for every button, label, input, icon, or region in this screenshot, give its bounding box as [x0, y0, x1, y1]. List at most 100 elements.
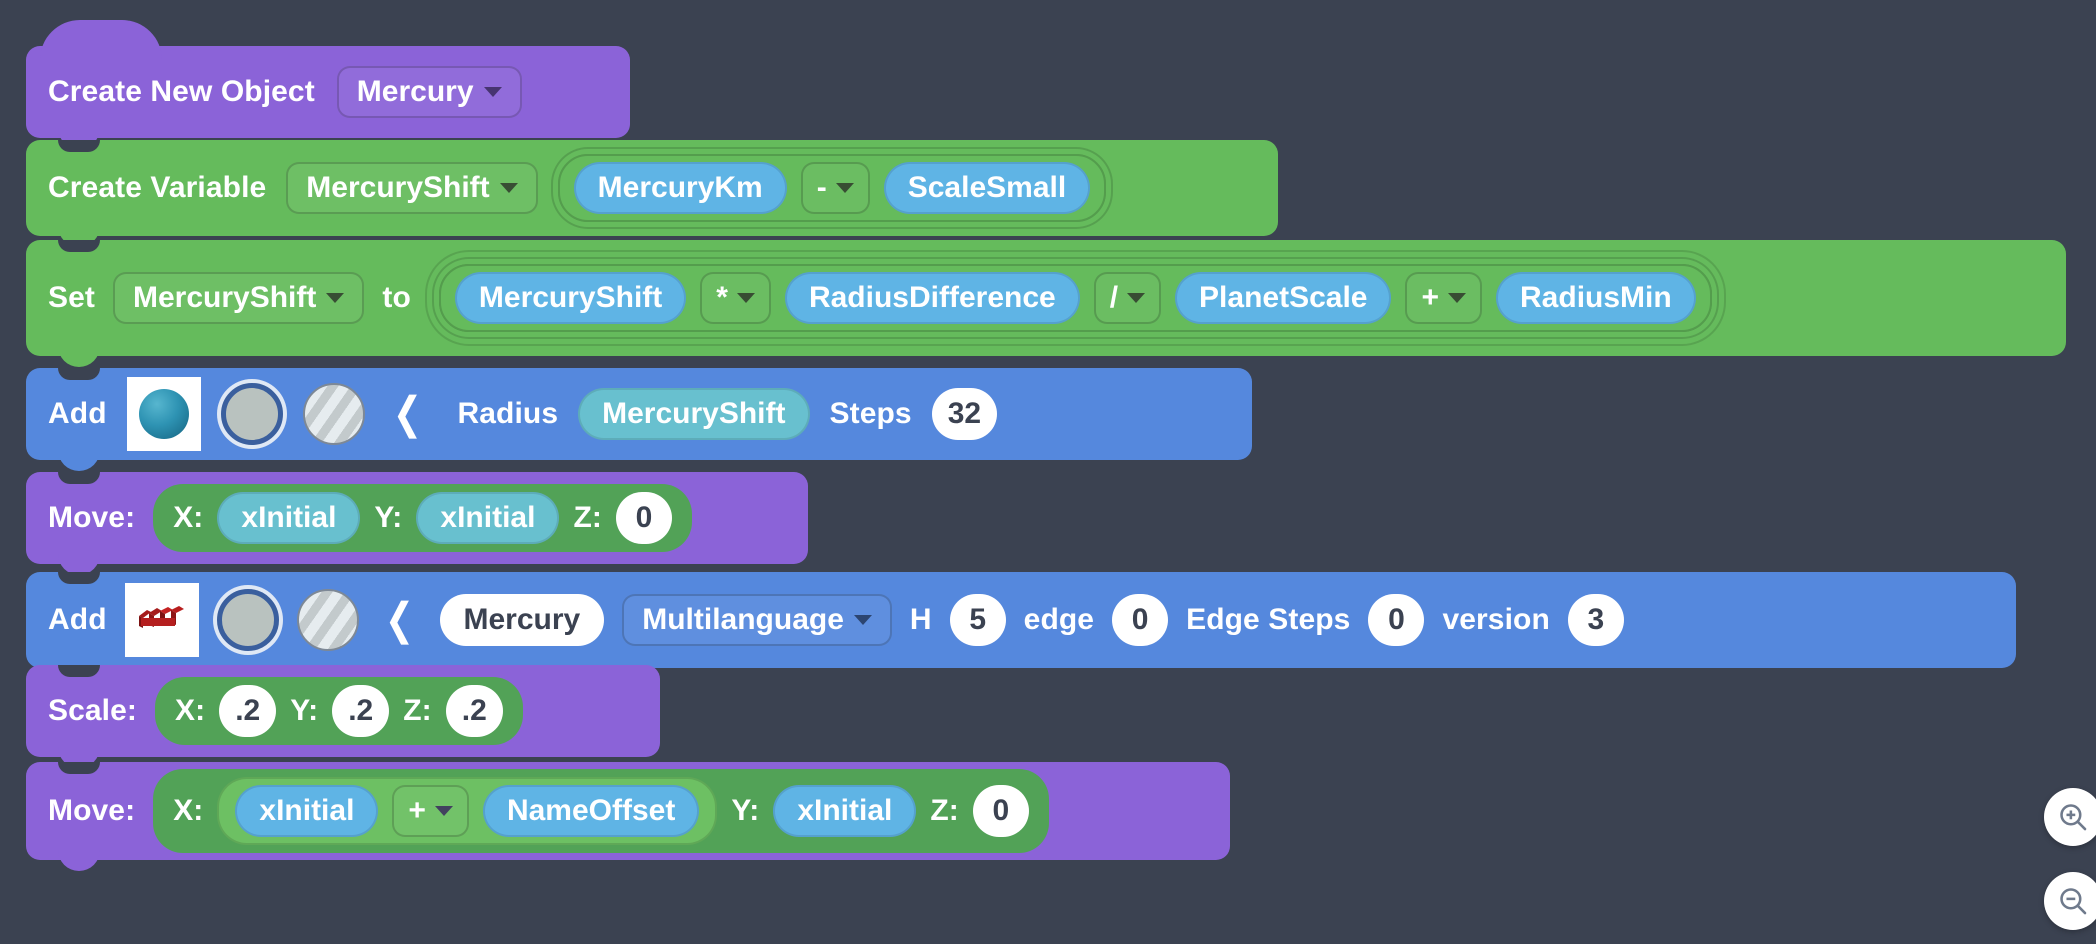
- scale-y-value[interactable]: .2: [332, 685, 390, 737]
- text3d-thumbnail[interactable]: [124, 583, 199, 657]
- block-nub: [58, 849, 100, 871]
- edge-steps-value[interactable]: 0: [1368, 594, 1425, 646]
- block-notch: [58, 472, 100, 484]
- add-sphere-label: Add: [48, 397, 107, 430]
- height-label: H: [909, 603, 932, 636]
- texture-swatch-icon[interactable]: [302, 383, 365, 445]
- text-value-field[interactable]: Mercury: [439, 594, 605, 646]
- radius-label: Radius: [457, 397, 559, 430]
- text3d-icon: [138, 606, 184, 628]
- chevron-down-icon: [483, 87, 502, 97]
- version-label: version: [1442, 603, 1550, 636]
- create-new-object-label: Create New Object: [48, 75, 315, 108]
- sphere-thumbnail[interactable]: [126, 377, 201, 451]
- block-add-sphere[interactable]: Add ❮ Radius MercuryShift Steps 32: [26, 368, 1252, 471]
- sphere-icon: [138, 389, 189, 439]
- block-create-new-object[interactable]: Create New Object Mercury: [26, 20, 630, 149]
- move-text-x-operator-dropdown[interactable]: +: [392, 785, 469, 837]
- add-text-label: Add: [48, 603, 107, 636]
- move-sphere-label: Move:: [48, 501, 136, 534]
- set-term-2[interactable]: RadiusDifference: [784, 272, 1080, 324]
- block-move-sphere[interactable]: Move: X: xInitial Y: xInitial Z: 0: [26, 472, 808, 575]
- expression-operator-value: -: [816, 171, 827, 204]
- set-operator-1-value: *: [716, 281, 728, 314]
- chevron-down-icon: [434, 806, 453, 816]
- set-operator-3[interactable]: /: [1093, 272, 1162, 324]
- chevron-down-icon: [326, 293, 345, 303]
- chevron-down-icon: [736, 293, 755, 303]
- block-create-variable[interactable]: Create Variable MercuryShift MercuryKm -…: [26, 140, 1278, 247]
- axis-z-label: Z:: [573, 501, 602, 534]
- block-notch: [58, 240, 100, 252]
- zoom-in-button[interactable]: [2044, 788, 2096, 846]
- scale-x-value[interactable]: .2: [219, 685, 277, 737]
- magnifier-plus-icon: [2060, 804, 2087, 831]
- object-name-dropdown[interactable]: Mercury: [336, 66, 522, 118]
- version-value[interactable]: 3: [1567, 594, 1624, 646]
- create-variable-expression[interactable]: MercuryKm - ScaleSmall: [557, 154, 1107, 222]
- color-swatch-icon[interactable]: [216, 589, 279, 651]
- set-operator-5[interactable]: +: [1405, 272, 1483, 324]
- set-expression[interactable]: MercuryShift * RadiusDifference / Planet…: [438, 264, 1712, 332]
- set-operator-3-value: /: [1109, 281, 1119, 314]
- move-text-x-label: X:: [173, 794, 204, 827]
- chevron-down-icon: [499, 183, 518, 193]
- steps-value[interactable]: 32: [931, 388, 998, 440]
- set-term-0[interactable]: MercuryShift: [454, 272, 687, 324]
- texture-swatch-icon[interactable]: [296, 589, 359, 651]
- create-variable-name-value: MercuryShift: [306, 171, 490, 204]
- edge-steps-label: Edge Steps: [1186, 603, 1351, 636]
- expression-operator-dropdown[interactable]: -: [800, 162, 870, 214]
- chevron-left-icon[interactable]: ❮: [384, 598, 414, 642]
- move-text-z-value[interactable]: 0: [972, 785, 1029, 837]
- hat-bump: [40, 20, 162, 60]
- scale-label: Scale:: [48, 694, 137, 727]
- move-text-x-expression[interactable]: xInitial + NameOffset: [217, 777, 718, 845]
- zoom-out-button[interactable]: [2044, 872, 2096, 930]
- expression-operand-2[interactable]: ScaleSmall: [883, 162, 1091, 214]
- edge-value[interactable]: 0: [1112, 594, 1169, 646]
- set-term-4[interactable]: PlanetScale: [1175, 272, 1392, 324]
- block-nub: [58, 449, 100, 471]
- create-variable-name-dropdown[interactable]: MercuryShift: [286, 162, 538, 214]
- block-add-text[interactable]: Add ❮ Mercury Multilanguage H 5 edge 0 E…: [26, 572, 2016, 679]
- scale-axes-group: X: .2 Y: .2 Z: .2: [155, 677, 523, 745]
- chevron-down-icon: [853, 615, 872, 625]
- chevron-left-icon[interactable]: ❮: [392, 392, 422, 436]
- set-operator-1[interactable]: *: [700, 272, 771, 324]
- move-text-label: Move:: [48, 794, 136, 827]
- set-term-6[interactable]: RadiusMin: [1496, 272, 1696, 324]
- block-canvas[interactable]: Create New Object Mercury Create Variabl…: [0, 0, 2096, 944]
- move-sphere-axes-group: X: xInitial Y: xInitial Z: 0: [153, 484, 692, 552]
- set-label: Set: [48, 281, 95, 314]
- axis-y-label: Y:: [374, 501, 403, 534]
- multilanguage-value: Multilanguage: [642, 603, 844, 636]
- axis-z-value[interactable]: 0: [615, 492, 672, 544]
- block-set-variable[interactable]: Set MercuryShift to MercuryShift * Radiu…: [26, 240, 2066, 367]
- height-value[interactable]: 5: [949, 594, 1006, 646]
- axis-x-value[interactable]: xInitial: [217, 492, 361, 544]
- block-notch: [58, 762, 100, 774]
- move-text-y-value[interactable]: xInitial: [773, 785, 917, 837]
- block-move-text[interactable]: Move: X: xInitial + NameOffset Y: xIniti…: [26, 762, 1230, 871]
- move-text-x-operand-2[interactable]: NameOffset: [482, 785, 700, 837]
- set-variable-dropdown[interactable]: MercuryShift: [113, 272, 365, 324]
- scale-x-label: X:: [175, 694, 206, 727]
- move-text-y-label: Y:: [731, 794, 760, 827]
- move-text-axes-group: X: xInitial + NameOffset Y: xInitial Z: …: [153, 769, 1049, 853]
- scale-z-label: Z:: [403, 694, 432, 727]
- scale-z-value[interactable]: .2: [445, 685, 503, 737]
- radius-value[interactable]: MercuryShift: [578, 388, 810, 440]
- set-variable-value: MercuryShift: [133, 281, 317, 314]
- edge-label: edge: [1023, 603, 1095, 636]
- block-scale-text[interactable]: Scale: X: .2 Y: .2 Z: .2: [26, 665, 660, 768]
- object-name-value: Mercury: [356, 75, 474, 108]
- chevron-down-icon: [835, 183, 854, 193]
- color-swatch-icon[interactable]: [220, 383, 283, 445]
- move-text-x-operand-1[interactable]: xInitial: [235, 785, 379, 837]
- multilanguage-dropdown[interactable]: Multilanguage: [622, 594, 892, 646]
- axis-y-value[interactable]: xInitial: [416, 492, 560, 544]
- block-notch: [58, 368, 100, 380]
- expression-operand-1[interactable]: MercuryKm: [573, 162, 787, 214]
- block-notch: [58, 140, 100, 152]
